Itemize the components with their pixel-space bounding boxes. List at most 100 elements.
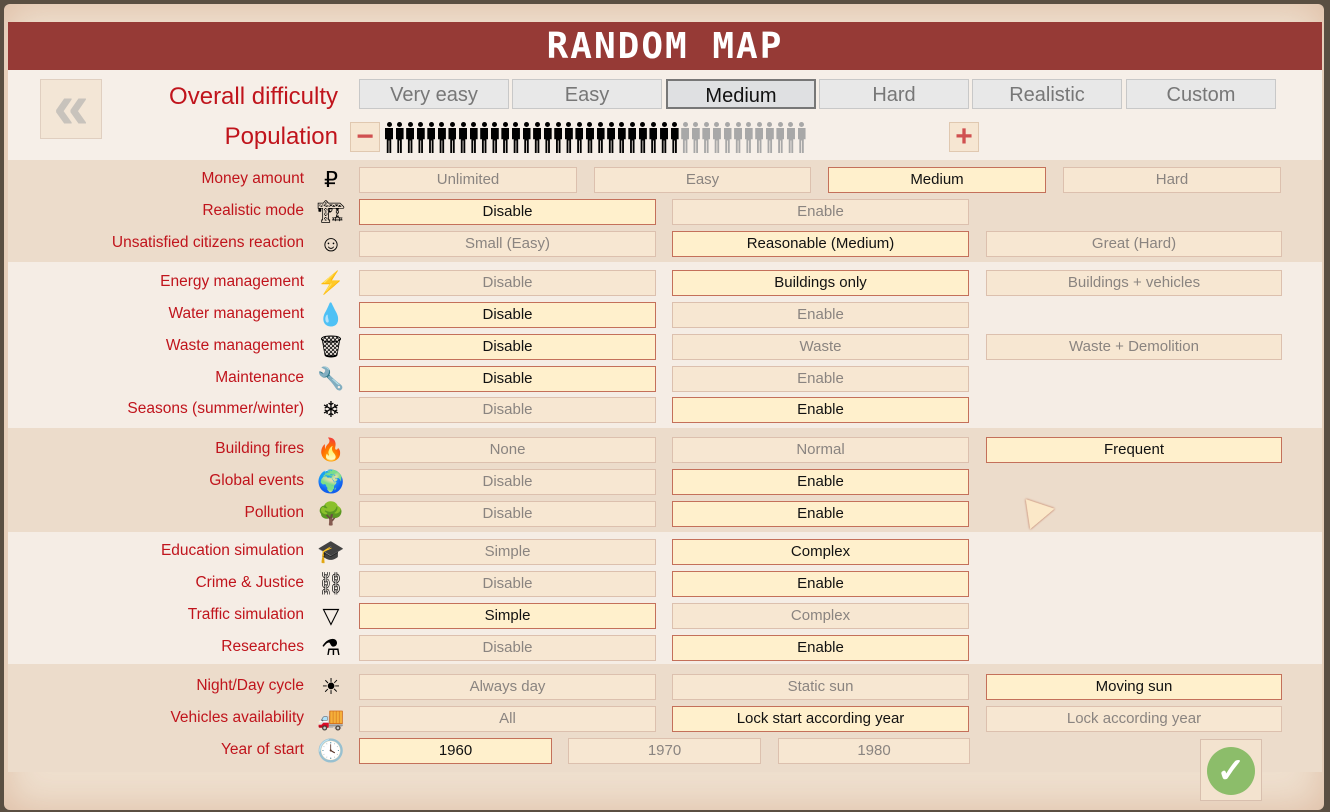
population-figure-icon — [426, 122, 435, 153]
population-figure-icon — [479, 122, 488, 153]
smiley-icon: ☺ — [319, 231, 343, 256]
population-figure-icon — [680, 122, 689, 153]
building-fires-option[interactable]: Frequent — [986, 437, 1282, 463]
unsatisfied-citizens-reaction-option[interactable]: Reasonable (Medium) — [672, 231, 969, 257]
year-of-start-option[interactable]: 1980 — [778, 738, 970, 764]
global-events-option[interactable]: Disable — [359, 469, 656, 495]
money-amount-option[interactable]: Medium — [828, 167, 1046, 193]
water-management-label: Water management — [168, 305, 304, 322]
globe-icon: 🌍 — [317, 469, 345, 494]
population-figure-icon — [553, 122, 562, 153]
population-figure-icon — [490, 122, 499, 153]
population-figure-icon — [564, 122, 573, 153]
vehicles-availability-option[interactable]: Lock according year — [986, 706, 1282, 732]
difficulty-option-very-easy[interactable]: Very easy — [359, 79, 509, 109]
crane-icon: 🏗 — [317, 199, 345, 224]
researches-option[interactable]: Disable — [359, 635, 656, 661]
population-increase-button[interactable]: + — [949, 122, 979, 152]
seasons-summer-winter-label: Seasons (summer/winter) — [127, 400, 304, 417]
truck-icon: 🚚 — [317, 706, 345, 731]
traffic-sign-icon: ▽ — [322, 603, 340, 628]
vehicles-availability-option[interactable]: Lock start according year — [672, 706, 969, 732]
population-figure-icon — [670, 122, 679, 153]
flask-icon: ⚗ — [321, 635, 341, 660]
water-management-option[interactable]: Enable — [672, 302, 969, 328]
vehicles-availability-option[interactable]: All — [359, 706, 656, 732]
unsatisfied-citizens-reaction-option[interactable]: Small (Easy) — [359, 231, 656, 257]
fire-icon: 🔥 — [317, 437, 345, 462]
researches-option[interactable]: Enable — [672, 635, 969, 661]
night-day-cycle-option[interactable]: Always day — [359, 674, 656, 700]
education-simulation-option[interactable]: Simple — [359, 539, 656, 565]
dead-tree-icon: 🌳 — [317, 501, 345, 526]
minus-icon: − — [356, 120, 374, 153]
population-figure-icon — [712, 122, 721, 153]
population-figure-icon — [596, 122, 605, 153]
night-day-cycle-option[interactable]: Static sun — [672, 674, 969, 700]
lightning-icon: ⚡ — [317, 270, 345, 295]
realistic-mode-option[interactable]: Disable — [359, 199, 656, 225]
year-of-start-option[interactable]: 1960 — [359, 738, 552, 764]
vehicles-availability-label: Vehicles availability — [170, 709, 304, 726]
realistic-mode-option[interactable]: Enable — [672, 199, 969, 225]
global-events-label: Global events — [209, 472, 304, 489]
dumpster-icon: 🗑 — [317, 334, 345, 359]
difficulty-option-hard[interactable]: Hard — [819, 79, 969, 109]
snowflake-icon: ❄ — [321, 397, 341, 422]
year-of-start-option[interactable]: 1970 — [568, 738, 761, 764]
population-figure-icon — [627, 122, 636, 153]
water-management-option[interactable]: Disable — [359, 302, 656, 328]
building-fires-option[interactable]: None — [359, 437, 656, 463]
population-figure-icon — [648, 122, 657, 153]
population-figure-icon — [659, 122, 668, 153]
difficulty-option-realistic[interactable]: Realistic — [972, 79, 1122, 109]
handcuffs-icon: ⛓ — [317, 571, 345, 596]
traffic-simulation-option[interactable]: Complex — [672, 603, 969, 629]
energy-management-option[interactable]: Buildings only — [672, 270, 969, 296]
energy-management-option[interactable]: Disable — [359, 270, 656, 296]
population-figure-icon — [606, 122, 615, 153]
difficulty-option-custom[interactable]: Custom — [1126, 79, 1276, 109]
population-figure-icon — [437, 122, 446, 153]
education-simulation-option[interactable]: Complex — [672, 539, 969, 565]
population-figure-icon — [511, 122, 520, 153]
difficulty-option-medium[interactable]: Medium — [666, 79, 816, 109]
seasons-summer-winter-option[interactable]: Disable — [359, 397, 656, 423]
waste-management-option[interactable]: Waste + Demolition — [986, 334, 1282, 360]
night-day-cycle-option[interactable]: Moving sun — [986, 674, 1282, 700]
energy-management-option[interactable]: Buildings + vehicles — [986, 270, 1282, 296]
night-day-cycle-label: Night/Day cycle — [196, 677, 304, 694]
crime-justice-option[interactable]: Enable — [672, 571, 969, 597]
waste-management-option[interactable]: Disable — [359, 334, 656, 360]
population-slider[interactable] — [384, 122, 806, 153]
maintenance-option[interactable]: Enable — [672, 366, 969, 392]
maintenance-label: Maintenance — [215, 369, 304, 386]
money-amount-option[interactable]: Hard — [1063, 167, 1281, 193]
crime-justice-option[interactable]: Disable — [359, 571, 656, 597]
population-figure-icon — [458, 122, 467, 153]
maintenance-option[interactable]: Disable — [359, 366, 656, 392]
population-decrease-button[interactable]: − — [350, 122, 380, 152]
title-bar: RANDOM MAP — [8, 22, 1322, 70]
pollution-option[interactable]: Disable — [359, 501, 656, 527]
difficulty-option-easy[interactable]: Easy — [512, 79, 662, 109]
population-figure-icon — [469, 122, 478, 153]
confirm-button[interactable]: ✓ — [1200, 739, 1262, 801]
pollution-option[interactable]: Enable — [672, 501, 969, 527]
global-events-option[interactable]: Enable — [672, 469, 969, 495]
unsatisfied-citizens-reaction-option[interactable]: Great (Hard) — [986, 231, 1282, 257]
building-fires-option[interactable]: Normal — [672, 437, 969, 463]
money-amount-option[interactable]: Easy — [594, 167, 811, 193]
seasons-summer-winter-option[interactable]: Enable — [672, 397, 969, 423]
population-figure-icon — [416, 122, 425, 153]
graduation-cap-icon: 🎓 — [317, 539, 345, 564]
money-amount-option[interactable]: Unlimited — [359, 167, 577, 193]
waste-management-option[interactable]: Waste — [672, 334, 969, 360]
population-figure-icon — [691, 122, 700, 153]
overall-difficulty-label: Overall difficulty — [169, 83, 338, 110]
clock-icon: 🕓 — [317, 738, 345, 763]
population-figure-icon — [754, 122, 763, 153]
year-of-start-label: Year of start — [220, 741, 304, 758]
education-simulation-label: Education simulation — [160, 542, 304, 559]
traffic-simulation-option[interactable]: Simple — [359, 603, 656, 629]
